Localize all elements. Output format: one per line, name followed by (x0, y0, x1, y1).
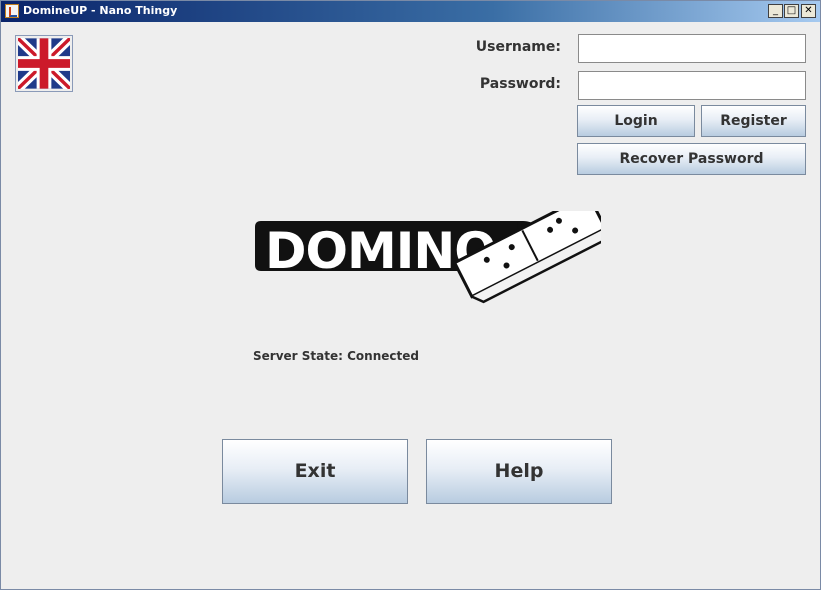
close-button[interactable]: ✕ (801, 4, 816, 18)
login-button[interactable]: Login (577, 105, 695, 137)
exit-button[interactable]: Exit (222, 439, 408, 504)
java-app-icon (5, 4, 19, 18)
username-input[interactable] (578, 34, 806, 63)
title-bar[interactable]: DomineUP - Nano Thingy _ □ ✕ (1, 1, 820, 22)
uk-flag-icon (14, 34, 74, 93)
password-input[interactable] (578, 71, 806, 100)
main-window: DomineUP - Nano Thingy _ □ ✕ Username: P… (0, 0, 821, 590)
maximize-button[interactable]: □ (784, 4, 799, 18)
language-flag-button[interactable] (14, 34, 74, 93)
window-title: DomineUP - Nano Thingy (23, 4, 178, 17)
help-button[interactable]: Help (426, 439, 612, 504)
minimize-button[interactable]: _ (768, 4, 783, 18)
server-state-label: Server State: (253, 349, 343, 363)
register-button[interactable]: Register (701, 105, 806, 137)
server-state: Server State: Connected (253, 349, 419, 363)
domino-up-logo: DOMINO UP (251, 192, 621, 326)
password-label: Password: (479, 76, 561, 92)
server-state-value: Connected (347, 349, 419, 363)
recover-password-button[interactable]: Recover Password (577, 143, 806, 175)
username-label: Username: (475, 39, 561, 55)
